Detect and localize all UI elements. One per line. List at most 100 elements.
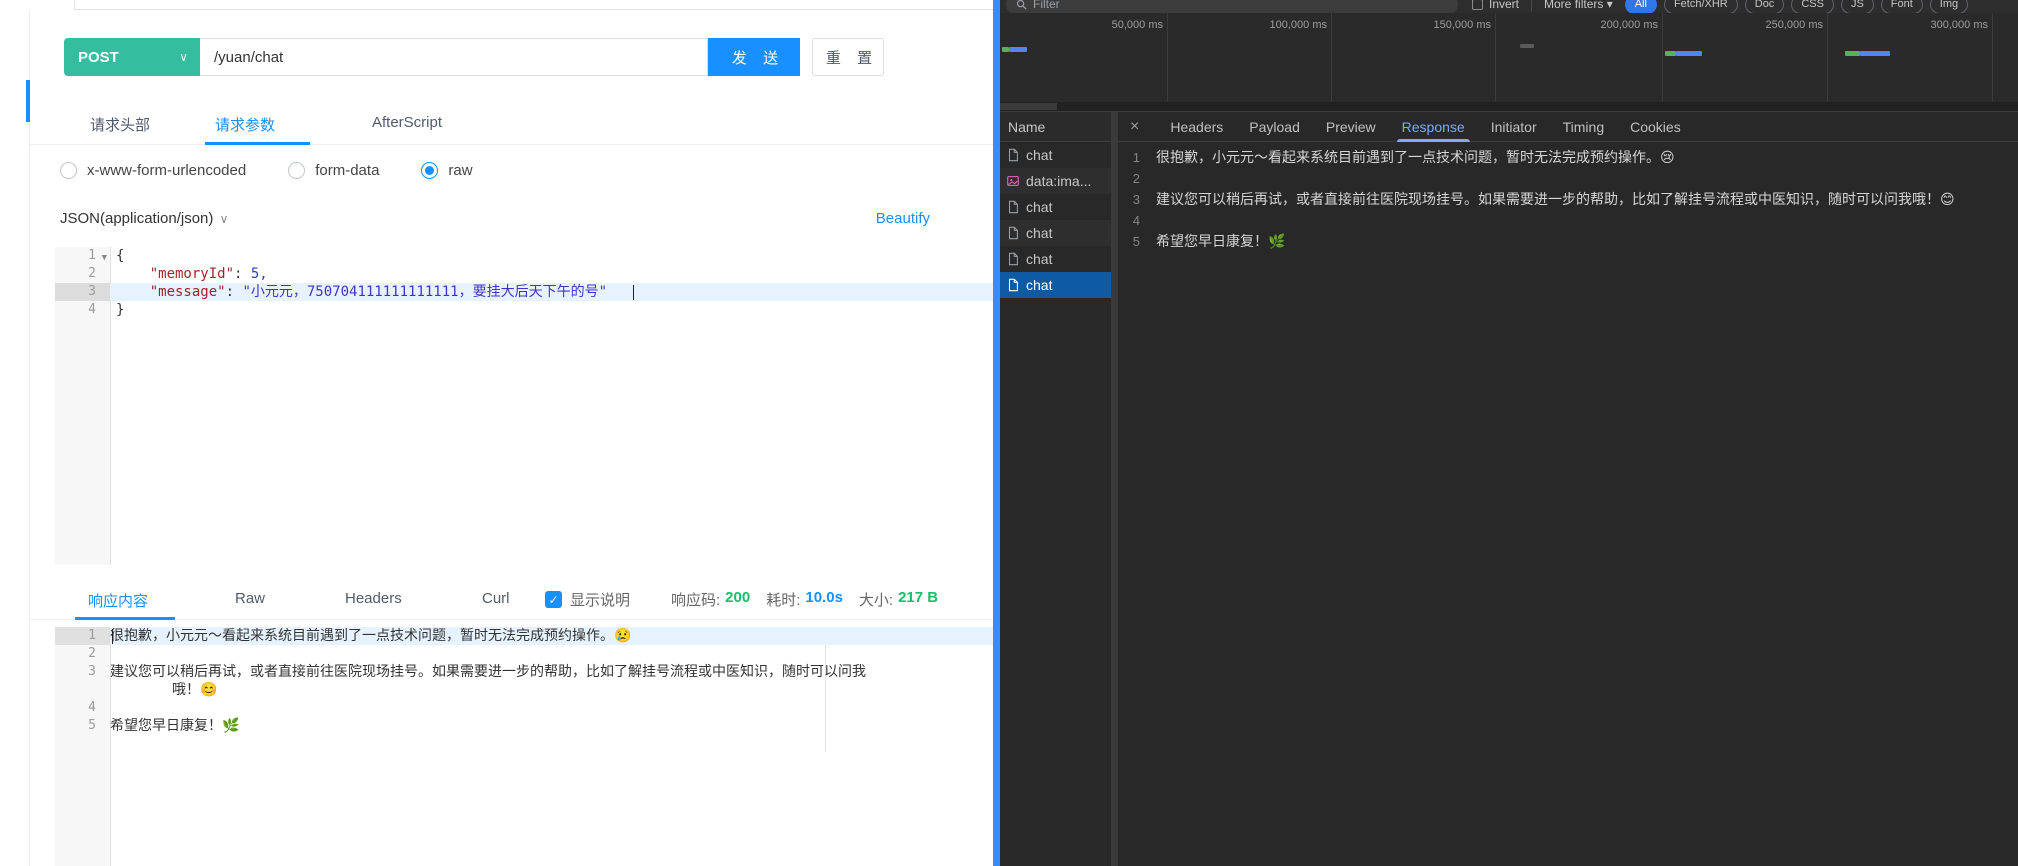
text-cursor (633, 285, 634, 300)
line-number: 1 (1118, 147, 1156, 168)
radio-raw[interactable]: raw (421, 162, 472, 179)
send-button[interactable]: 发 送 (708, 38, 800, 76)
document-icon (1006, 252, 1020, 266)
panel-scrollbar[interactable] (993, 0, 1000, 866)
filter-chip-all[interactable]: All (1625, 0, 1657, 13)
request-name: data:ima... (1026, 173, 1091, 189)
line-number[interactable]: 4 (55, 699, 110, 717)
timeline-gridline (1827, 13, 1828, 101)
timeline-gridline (1662, 13, 1663, 101)
checkbox-checked-icon[interactable]: ✓ (545, 591, 562, 608)
response-tabs: 响应内容 Raw Headers Curl ✓ 显示说明 响应码: 200 耗时… (30, 582, 993, 620)
timeline-tick-label: 100,000 ms (1247, 19, 1327, 31)
radio-x-www-form-urlencoded[interactable]: x-www-form-urlencoded (60, 162, 246, 179)
response-line: 3 建议您可以稍后再试，或者直接前往医院现场挂号。如果需要进一步的帮助，比如了解… (55, 663, 993, 699)
chevron-down-icon: ∨ (179, 50, 188, 64)
radio-label: x-www-form-urlencoded (87, 162, 246, 179)
request-row[interactable]: chat (1000, 220, 1111, 246)
body-type-radios: x-www-form-urlencoded form-data raw (60, 162, 515, 179)
response-text: 很抱歉，小元元～看起来系统目前遇到了一点技术问题，暂时无法完成预约操作。😢 (1156, 147, 1675, 168)
size-label: 大小: (859, 589, 893, 610)
app-root: POST ∨ 发 送 重 置 请求头部 请求参数 AfterScript x-w… (0, 0, 2018, 866)
request-row[interactable]: data:ima... (1000, 168, 1111, 194)
tab-headers[interactable]: Headers (345, 590, 402, 607)
response-text (110, 699, 172, 717)
tab-payload[interactable]: Payload (1236, 112, 1313, 142)
response-body-editor[interactable]: 1 很抱歉，小元元～看起来系统目前遇到了一点技术问题，暂时无法完成预约操作。😢 … (55, 627, 993, 866)
tab-initiator[interactable]: Initiator (1478, 112, 1550, 142)
request-row[interactable]: chat (1000, 194, 1111, 220)
tab-cookies[interactable]: Cookies (1617, 112, 1694, 142)
panel-split-divider[interactable] (1111, 112, 1118, 866)
time-label: 耗时: (766, 589, 800, 610)
line-number[interactable]: 4 (55, 301, 110, 319)
method-dropdown[interactable]: POST ∨ (64, 38, 200, 76)
overview-scroll-thumb[interactable] (1000, 103, 1057, 110)
tab-curl[interactable]: Curl (482, 590, 510, 607)
tab-raw[interactable]: Raw (235, 590, 265, 607)
document-icon (1006, 200, 1020, 214)
tab-response[interactable]: Response (1389, 112, 1478, 142)
url-input[interactable] (200, 38, 708, 76)
tab-preview[interactable]: Preview (1313, 112, 1389, 142)
filter-chip-js[interactable]: JS (1841, 0, 1874, 13)
tab-timing[interactable]: Timing (1550, 112, 1618, 142)
close-icon[interactable]: × (1130, 118, 1139, 136)
image-icon (1006, 174, 1020, 188)
text-cursor (112, 629, 113, 644)
request-list: chat data:ima... chat chat chat chat (1000, 142, 1111, 866)
line-number[interactable]: 2 (55, 265, 110, 283)
tab-afterscript[interactable]: AfterScript (372, 114, 442, 131)
line-number[interactable]: 1 (55, 627, 110, 645)
search-icon (1016, 0, 1027, 10)
show-description-toggle[interactable]: ✓ 显示说明 (545, 589, 630, 610)
active-tab-underline (205, 142, 310, 145)
filter-chip-font[interactable]: Font (1881, 0, 1923, 13)
tab-response-content[interactable]: 响应内容 (88, 590, 148, 611)
beautify-link[interactable]: Beautify (876, 210, 930, 227)
tab-headers[interactable]: Headers (1157, 112, 1236, 142)
tab-request-headers[interactable]: 请求头部 (90, 114, 150, 135)
content-type-row: JSON(application/json) ∨ Beautify (60, 210, 930, 227)
name-column-header[interactable]: Name (1000, 112, 1111, 142)
request-row[interactable]: chat (1000, 246, 1111, 272)
toolbar-divider (1531, 0, 1532, 11)
response-line: 5 希望您早日康复！🌿 (55, 717, 993, 735)
api-client-panel: POST ∨ 发 送 重 置 请求头部 请求参数 AfterScript x-w… (0, 0, 993, 866)
request-row[interactable]: chat (1000, 142, 1111, 168)
document-icon (1006, 278, 1020, 292)
content-type-dropdown[interactable]: JSON(application/json) ∨ (60, 210, 228, 227)
radio-selected-icon (421, 162, 438, 179)
line-number[interactable]: 2 (55, 645, 110, 663)
request-tabs: 请求头部 请求参数 AfterScript (30, 108, 993, 145)
filter-chip-fetch-xhr[interactable]: Fetch/XHR (1664, 0, 1738, 13)
tab-request-params[interactable]: 请求参数 (215, 114, 275, 135)
code-line-active: 3 "message": "小元元，750704111111111111，要挂大… (55, 283, 993, 301)
radio-form-data[interactable]: form-data (288, 162, 379, 179)
more-filters-button[interactable]: More filters ▾ (1544, 0, 1613, 11)
filter-input[interactable]: Filter (1006, 0, 1458, 13)
invert-checkbox[interactable] (1472, 0, 1483, 10)
waterfall-bar (1009, 47, 1027, 52)
reset-button[interactable]: 重 置 (812, 38, 884, 76)
line-number[interactable]: 3 (55, 283, 110, 301)
response-viewer[interactable]: 1 很抱歉，小元元～看起来系统目前遇到了一点技术问题，暂时无法完成预约操作。😢 … (1118, 142, 2018, 866)
network-overview-timeline[interactable]: 50,000 ms 100,000 ms 150,000 ms 200,000 … (1000, 13, 2018, 112)
line-number: 5 (1118, 231, 1156, 252)
code-text: { (110, 247, 124, 265)
filter-chip-css[interactable]: CSS (1791, 0, 1834, 13)
response-line: 2 (55, 645, 993, 663)
filter-chip-img[interactable]: Img (1930, 0, 1968, 13)
line-number: 3 (1118, 189, 1156, 210)
line-number[interactable]: 5 (55, 717, 110, 735)
response-text: 希望您早日康复！🌿 (1156, 231, 1285, 252)
request-row-selected[interactable]: chat (1000, 272, 1111, 298)
line-number: 4 (1118, 210, 1156, 231)
response-line: 1 很抱歉，小元元～看起来系统目前遇到了一点技术问题，暂时无法完成预约操作。😢 (1118, 147, 2018, 168)
filter-chip-doc[interactable]: Doc (1745, 0, 1785, 13)
timeline-tick-label: 50,000 ms (1083, 19, 1163, 31)
line-number[interactable]: 3 (55, 663, 110, 699)
line-number[interactable]: 1▼ (55, 247, 110, 265)
response-line: 5 希望您早日康复！🌿 (1118, 231, 2018, 252)
request-body-editor[interactable]: 1▼ { 2 "memoryId": 5, 3 "message": "小元元，… (55, 247, 993, 565)
